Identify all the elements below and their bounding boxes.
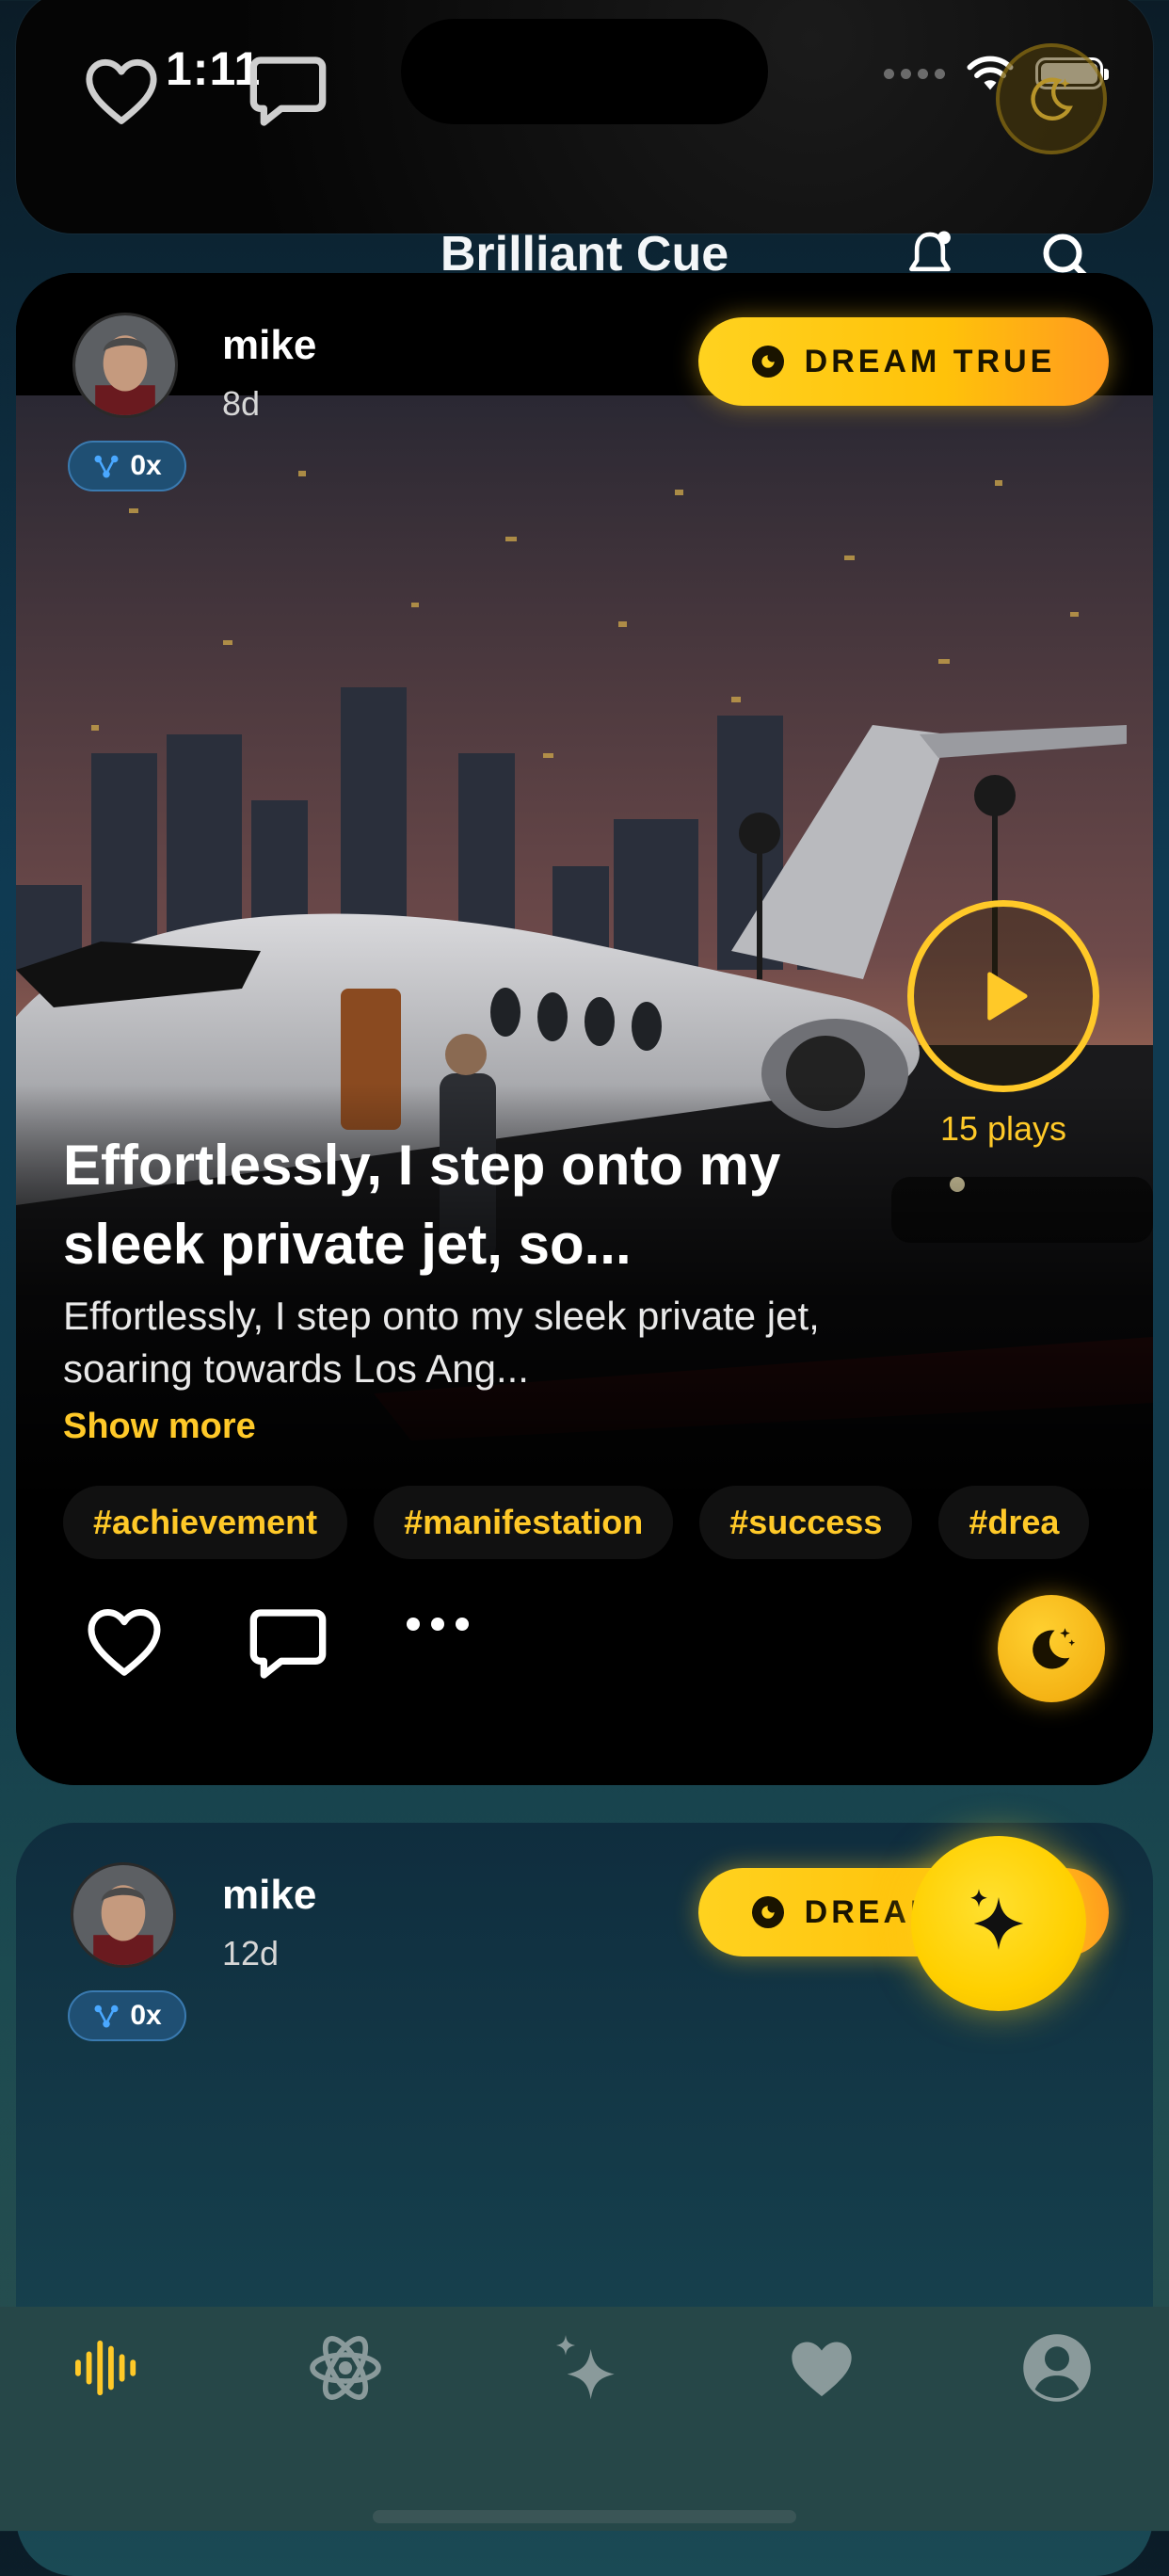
profile-icon [1023,2334,1091,2402]
author-name[interactable]: mike [222,1872,316,1919]
heart-icon [792,2342,852,2397]
dream-true-label: DREAM TRUE [804,343,1056,379]
moon-stars-icon [1033,1628,1076,1669]
author-avatar[interactable] [71,1862,176,1968]
play-button[interactable] [907,900,1099,1092]
dynamic-island [401,19,768,124]
post-title[interactable]: Effortlessly, I step onto my sleek priva… [63,1126,873,1284]
hashtag-list: #achievement #manifestation #success #dr… [63,1486,1108,1559]
author-avatar[interactable] [72,313,178,418]
play-icon [987,972,1028,1021]
dream-clock-icon [751,1896,784,1928]
post-excerpt[interactable]: Effortlessly, I step onto my sleek priva… [63,1290,873,1395]
hashtag-chip[interactable]: #drea [938,1486,1090,1559]
network-share-icon [94,2004,119,2028]
sparkles-icon [556,2335,615,2400]
post-age: 8d [222,384,261,423]
tab-favorites[interactable] [779,2326,864,2410]
hashtag-chip[interactable]: #achievement [63,1486,348,1559]
share-count-value: 0x [130,450,162,481]
post-age: 12d [222,1934,280,1972]
create-sparkle-fab[interactable] [911,1836,1086,2011]
share-count-value: 0x [130,2000,162,2031]
header-comment-icon[interactable] [247,53,329,135]
dream-true-button[interactable]: DREAM TRUE [698,317,1109,406]
header-heart-icon[interactable] [83,55,160,131]
plays-count: 15 plays [939,1109,1067,1148]
network-share-icon [94,455,119,478]
hashtag-chip[interactable]: #manifestation [374,1486,674,1559]
tab-create[interactable] [542,2326,627,2410]
share-count-badge: 0x [68,441,186,491]
home-indicator [373,2510,796,2523]
tab-listen[interactable] [66,2326,151,2410]
waveform-icon [74,2340,136,2396]
hashtag-chip[interactable]: #success [699,1486,913,1559]
cellular-signal-icon [884,68,945,79]
sparkles-icon [970,1889,1024,1950]
share-count-badge: 0x [68,1990,186,2041]
tab-profile[interactable] [1015,2326,1099,2410]
dream-clock-icon [751,346,784,378]
atom-icon [310,2336,381,2400]
more-options-icon[interactable] [407,1618,469,1631]
moon-stars-icon [1031,77,1073,121]
tab-explore[interactable] [303,2326,388,2410]
show-more-link[interactable]: Show more [63,1407,256,1447]
like-heart-icon[interactable] [85,1604,164,1682]
author-name[interactable]: mike [222,322,316,369]
comment-icon[interactable] [247,1604,329,1688]
header-dream-moon-button[interactable] [996,43,1107,154]
dream-moon-button[interactable] [998,1595,1105,1702]
